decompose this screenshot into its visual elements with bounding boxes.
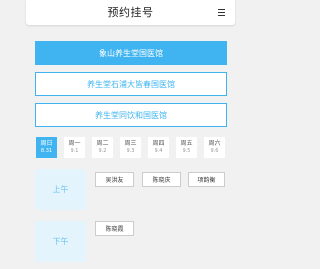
day-date: 9.3 [126,148,135,154]
hospital-button-tongyinhe[interactable]: 养生堂同饮和国医馆 [35,103,227,127]
hospital-button-shipu[interactable]: 养生堂石浦大皆春国医馆 [35,72,227,96]
day-name: 周二 [96,140,109,147]
doctor-button[interactable]: 陈晓霞 [95,221,134,236]
doctor-button[interactable]: 陈晓庆 [142,172,181,187]
day-date: 9.2 [98,148,107,154]
day-tab-monday[interactable]: 周一 9.1 [64,137,85,158]
doctor-button[interactable]: 项韵衡 [188,172,225,187]
day-name: 周一 [68,140,81,147]
day-name: 周五 [180,140,193,147]
day-name: 周日 [40,140,53,147]
header-bar: 预约挂号 [26,0,235,25]
day-tab-wednesday[interactable]: 周三 9.3 [120,137,141,158]
day-date: 9.6 [210,148,219,154]
period-afternoon: 下午 [35,221,86,262]
day-tab-friday[interactable]: 周五 9.5 [176,137,197,158]
day-tab-sunday[interactable]: 周日 8.31 [36,137,57,158]
day-date: 8.31 [40,148,53,154]
period-morning: 上午 [35,169,86,210]
day-date: 9.5 [182,148,191,154]
day-date: 9.4 [154,148,163,154]
day-tab-thursday[interactable]: 周四 9.4 [148,137,169,158]
day-name: 周三 [124,140,137,147]
day-name: 周六 [208,140,221,147]
day-name: 周四 [152,140,165,147]
day-tab-saturday[interactable]: 周六 9.6 [204,137,225,158]
day-date: 9.1 [70,148,79,154]
doctor-button[interactable]: 吴洪友 [95,172,134,187]
day-tab-tuesday[interactable]: 周二 9.2 [92,137,113,158]
hospital-button-xiangshan[interactable]: 象山养生堂国医馆 [35,41,227,65]
page-title: 预约挂号 [107,6,154,19]
menu-icon[interactable] [218,9,225,16]
